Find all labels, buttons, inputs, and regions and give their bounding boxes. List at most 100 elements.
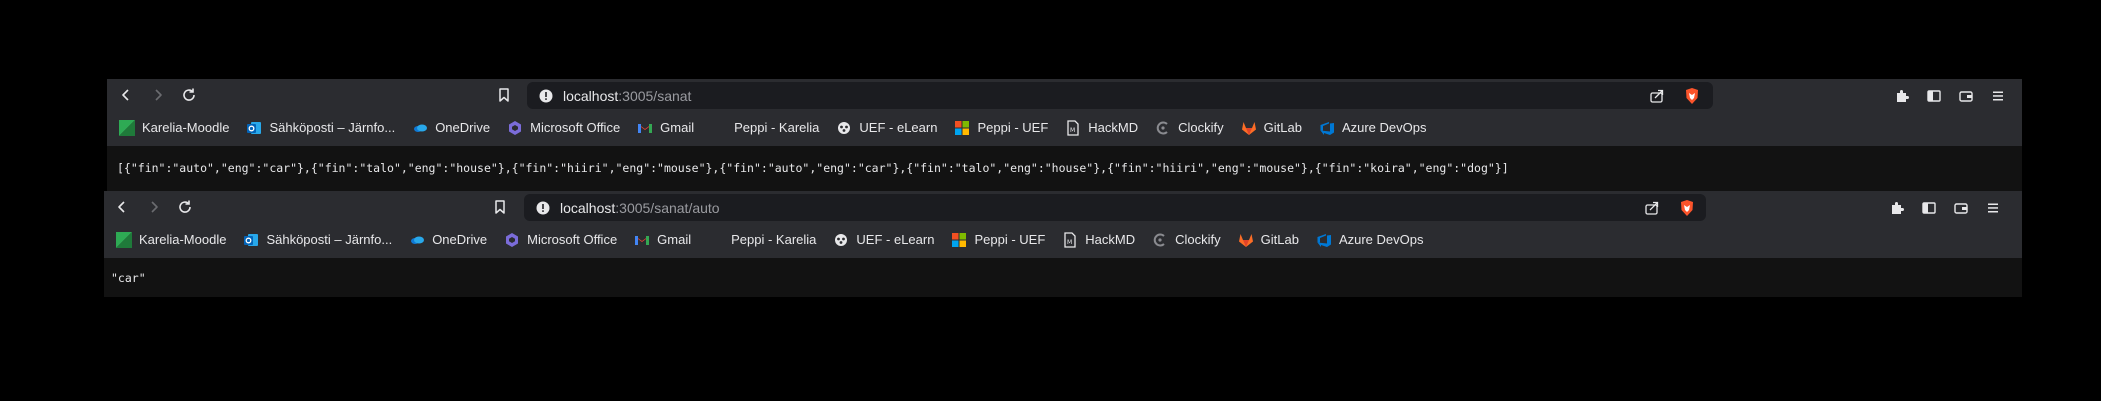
back-arrow-icon xyxy=(122,89,129,101)
menu-button[interactable] xyxy=(1984,199,2002,217)
json-response: "car" xyxy=(111,271,146,285)
office-icon xyxy=(504,232,520,248)
brave-shields-icon[interactable] xyxy=(1678,199,1696,217)
bookmarks-bar: Karelia-Moodle Sähköposti – Järnfo... On… xyxy=(107,112,2022,143)
share-icon[interactable] xyxy=(1644,200,1660,216)
bookmark-label: Clockify xyxy=(1178,120,1224,135)
browser-toolbar: localhost:3005/sanat xyxy=(107,79,2022,112)
bookmark-microsoft-office[interactable]: Microsoft Office xyxy=(507,116,620,140)
outlook-icon xyxy=(243,232,259,248)
bookmark-clockify[interactable]: Clockify xyxy=(1152,228,1221,252)
bookmark-label: Sähköposti – Järnfo... xyxy=(266,232,393,247)
bookmark-label: Karelia-Moodle xyxy=(142,120,230,135)
site-info-icon[interactable] xyxy=(539,89,553,103)
bookmark-peppi-uef[interactable]: Peppi - UEF xyxy=(951,228,1045,252)
page-content: "car" xyxy=(104,258,2022,297)
bookmark-microsoft-office[interactable]: Microsoft Office xyxy=(504,228,617,252)
bookmark-label: HackMD xyxy=(1088,120,1139,135)
bookmark-outlook[interactable]: Sähköposti – Järnfo... xyxy=(243,228,392,252)
address-bar[interactable]: localhost:3005/sanat xyxy=(527,82,1713,109)
menu-button[interactable] xyxy=(1989,87,2007,105)
wallet-icon xyxy=(1959,90,1973,102)
reload-button[interactable] xyxy=(178,84,200,106)
forward-button[interactable] xyxy=(147,84,169,106)
brave-shields-icon[interactable] xyxy=(1683,87,1701,105)
url-host: localhost xyxy=(563,87,619,104)
forward-arrow-icon xyxy=(151,201,158,213)
bookmark-label: Microsoft Office xyxy=(527,232,618,247)
back-button[interactable] xyxy=(111,196,133,218)
extensions-button[interactable] xyxy=(1893,87,1911,105)
bookmark-onedrive[interactable]: OneDrive xyxy=(412,116,490,140)
page-content: [{"fin":"auto","eng":"car"},{"fin":"talo… xyxy=(107,146,2022,191)
sidebar-button[interactable] xyxy=(1925,87,1943,105)
bookmark-label: OneDrive xyxy=(432,232,488,247)
bookmark-label: Karelia-Moodle xyxy=(139,232,227,247)
bookmark-uef-elearn[interactable]: UEF - eLearn xyxy=(836,116,937,140)
azure-devops-icon xyxy=(1316,232,1332,248)
bookmark-onedrive[interactable]: OneDrive xyxy=(409,228,487,252)
reload-icon xyxy=(179,200,191,213)
wallet-button[interactable] xyxy=(1957,87,1975,105)
forward-button[interactable] xyxy=(143,196,165,218)
toolbar-right-icons xyxy=(1893,79,2007,112)
url-host: localhost xyxy=(560,199,616,216)
bookmark-label: GitLab xyxy=(1263,120,1302,135)
bookmark-gmail[interactable]: Gmail xyxy=(634,228,691,252)
bookmark-page-button[interactable] xyxy=(493,84,515,106)
bookmark-icon xyxy=(495,200,505,214)
sidebar-icon xyxy=(1922,201,1936,214)
hamburger-menu-icon xyxy=(1988,203,1998,212)
bookmark-label: UEF - eLearn xyxy=(856,232,935,247)
wallet-icon xyxy=(1954,202,1968,214)
bookmark-gitlab[interactable]: GitLab xyxy=(1241,116,1302,140)
bookmarks-bar: Karelia-Moodle Sähköposti – Järnfo... On… xyxy=(104,224,2022,255)
share-icon[interactable] xyxy=(1649,88,1665,104)
bookmark-azure-devops[interactable]: Azure DevOps xyxy=(1319,116,1427,140)
bookmark-peppi-karelia[interactable]: Peppi - Karelia xyxy=(708,228,816,252)
bookmark-label: Azure DevOps xyxy=(1338,232,1424,247)
bookmark-label: HackMD xyxy=(1085,232,1136,247)
hackmd-icon: M xyxy=(1065,119,1081,136)
bookmark-icon xyxy=(499,88,509,102)
json-response: [{"fin":"auto","eng":"car"},{"fin":"talo… xyxy=(117,161,1509,175)
bookmark-label: Sähköposti – Järnfo... xyxy=(269,120,396,135)
bookmark-uef-elearn[interactable]: UEF - eLearn xyxy=(833,228,934,252)
wallet-button[interactable] xyxy=(1952,199,1970,217)
clockify-icon xyxy=(1152,232,1168,248)
bookmark-outlook[interactable]: Sähköposti – Järnfo... xyxy=(246,116,395,140)
onedrive-icon xyxy=(409,232,425,248)
bookmark-label: GitLab xyxy=(1260,232,1299,247)
bookmark-azure-devops[interactable]: Azure DevOps xyxy=(1316,228,1424,252)
bookmark-label: Peppi - Karelia xyxy=(734,120,820,135)
bookmark-karelia-moodle[interactable]: Karelia-Moodle xyxy=(119,116,229,140)
bookmark-gitlab[interactable]: GitLab xyxy=(1238,228,1299,252)
bookmark-peppi-uef[interactable]: Peppi - UEF xyxy=(954,116,1048,140)
gitlab-icon xyxy=(1241,120,1257,136)
reload-button[interactable] xyxy=(174,196,196,218)
puzzle-icon xyxy=(1897,89,1909,102)
url-text: localhost:3005/sanat/auto xyxy=(560,200,720,216)
svg-text:M: M xyxy=(1070,127,1075,134)
bookmark-label: Peppi - UEF xyxy=(974,232,1046,247)
karelia-moodle-icon xyxy=(119,119,135,136)
bookmark-clockify[interactable]: Clockify xyxy=(1155,116,1224,140)
bookmark-hackmd[interactable]: M HackMD xyxy=(1065,116,1138,140)
gmail-icon xyxy=(637,120,653,136)
sidebar-button[interactable] xyxy=(1920,199,1938,217)
bookmark-page-button[interactable] xyxy=(489,196,511,218)
blank-icon xyxy=(711,120,727,136)
extensions-button[interactable] xyxy=(1888,199,1906,217)
bookmark-peppi-karelia[interactable]: Peppi - Karelia xyxy=(711,116,819,140)
svg-text:M: M xyxy=(1067,239,1072,246)
back-button[interactable] xyxy=(115,84,137,106)
bookmark-label: Gmail xyxy=(657,232,692,247)
onedrive-icon xyxy=(412,120,428,136)
browser-toolbar: localhost:3005/sanat/auto xyxy=(104,191,2022,224)
bookmark-label: Azure DevOps xyxy=(1341,120,1427,135)
bookmark-karelia-moodle[interactable]: Karelia-Moodle xyxy=(116,228,226,252)
address-bar[interactable]: localhost:3005/sanat/auto xyxy=(524,194,1706,221)
bookmark-hackmd[interactable]: M HackMD xyxy=(1062,228,1135,252)
site-info-icon[interactable] xyxy=(536,201,550,215)
bookmark-gmail[interactable]: Gmail xyxy=(637,116,694,140)
